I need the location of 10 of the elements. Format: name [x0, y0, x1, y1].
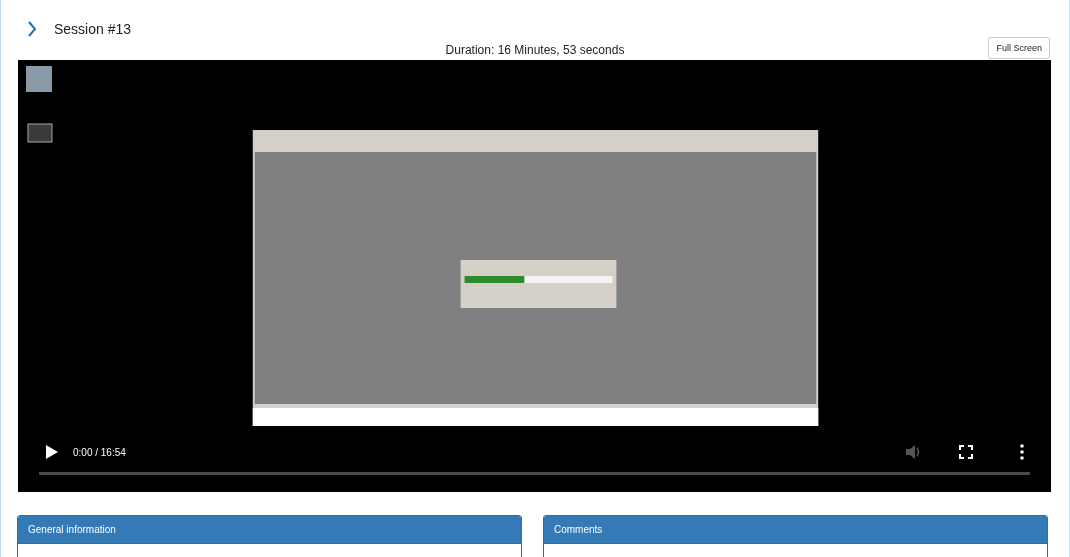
video-time: 0:00 / 16:54 — [73, 446, 126, 458]
duration-text: Duration: 16 Minutes, 53 seconds — [445, 43, 625, 59]
panel-header: Comments — [544, 516, 1047, 544]
session-title: Session #13 — [54, 20, 132, 37]
fullscreen-icon[interactable] — [959, 445, 973, 459]
full-screen-button[interactable]: Full Screen — [988, 37, 1050, 59]
chevron-icon[interactable] — [26, 20, 38, 37]
more-options-icon[interactable] — [1019, 444, 1025, 460]
panel-header: General information — [18, 516, 521, 544]
play-icon[interactable] — [45, 444, 59, 460]
